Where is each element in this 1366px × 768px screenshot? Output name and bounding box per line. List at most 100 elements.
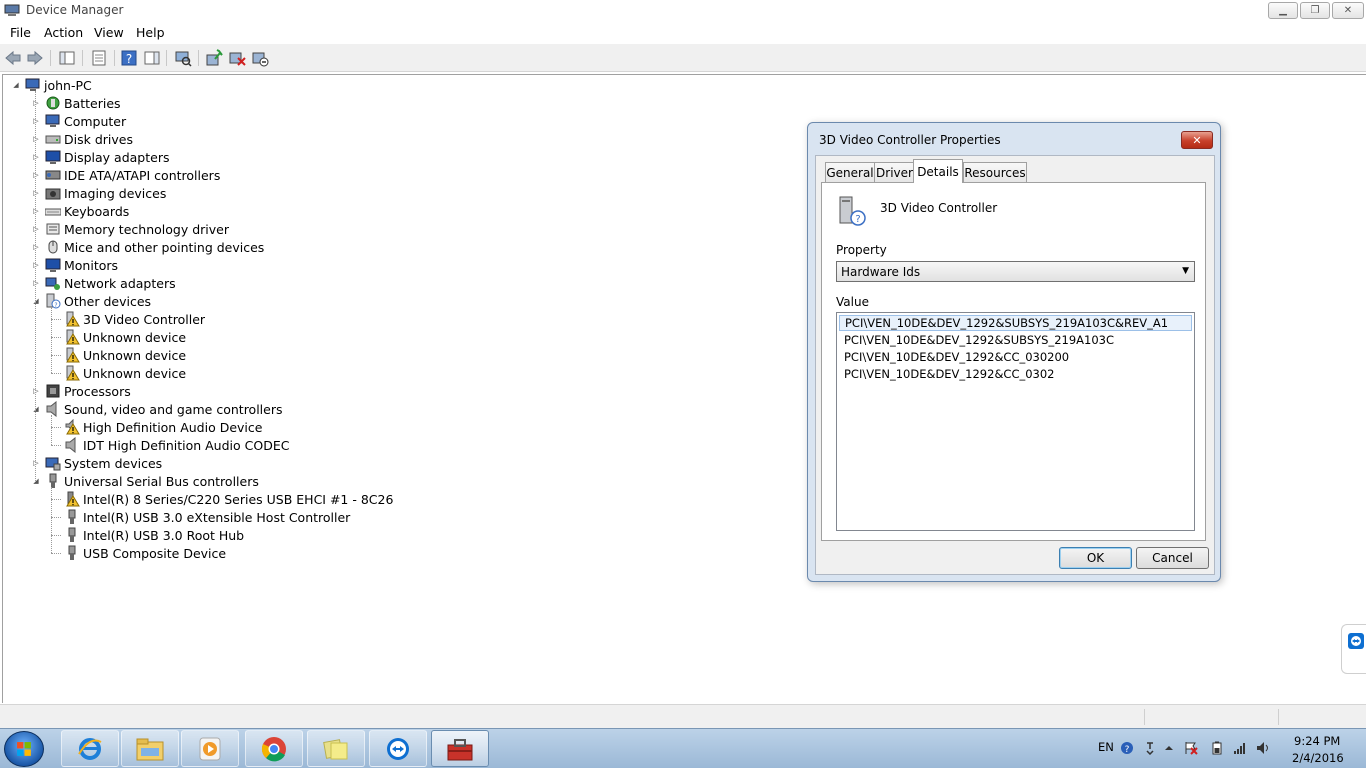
- menu-view[interactable]: View: [94, 25, 124, 40]
- tree-category[interactable]: ▷ Disk drives: [31, 130, 133, 148]
- tree-item-label: USB Composite Device: [83, 545, 227, 561]
- tab-general[interactable]: General: [825, 162, 875, 182]
- tab-details[interactable]: Details: [913, 159, 963, 183]
- property-dropdown[interactable]: Hardware Ids ▼: [836, 261, 1195, 282]
- tree-device-item[interactable]: Intel(R) USB 3.0 Root Hub: [50, 526, 244, 544]
- action-pane-icon[interactable]: [143, 49, 161, 67]
- teamviewer-side-tab[interactable]: [1341, 624, 1366, 674]
- tree-category[interactable]: ◢? Other devices: [31, 292, 151, 310]
- tree-device-item[interactable]: Unknown device: [50, 346, 186, 364]
- update-driver-icon[interactable]: [205, 49, 223, 67]
- tree-device-item[interactable]: Intel(R) 8 Series/C220 Series USB EHCI #…: [50, 490, 393, 508]
- network-signal-icon[interactable]: [1233, 741, 1247, 755]
- menu-action[interactable]: Action: [44, 25, 83, 40]
- action-center-icon[interactable]: [1184, 741, 1198, 755]
- taskbar-chrome[interactable]: [245, 730, 303, 767]
- taskbar-media-player[interactable]: [181, 730, 239, 767]
- tree-category[interactable]: ▷ IDE ATA/ATAPI controllers: [31, 166, 220, 184]
- tree-category[interactable]: ▷ Monitors: [31, 256, 118, 274]
- show-hide-tree-icon[interactable]: [58, 49, 76, 67]
- help-icon[interactable]: ?: [120, 49, 138, 67]
- tree-device-item[interactable]: Unknown device: [50, 364, 186, 382]
- input-options-icon[interactable]: [1143, 741, 1157, 755]
- minimize-icon: ▁: [1279, 5, 1287, 16]
- expand-arrow-icon[interactable]: ▷: [31, 148, 41, 166]
- taskbar-sticky-notes[interactable]: [307, 730, 365, 767]
- minimize-button[interactable]: ▁: [1268, 2, 1298, 19]
- expand-arrow-icon[interactable]: ▷: [31, 238, 41, 256]
- tree-category[interactable]: ▷ Keyboards: [31, 202, 129, 220]
- tree-category[interactable]: ▷ Imaging devices: [31, 184, 166, 202]
- tree-category[interactable]: ▷ System devices: [31, 454, 162, 472]
- value-item[interactable]: PCI\VEN_10DE&DEV_1292&CC_030200: [839, 349, 1192, 365]
- taskbar-device-manager[interactable]: [431, 730, 489, 767]
- dialog-close-button[interactable]: ✕: [1181, 131, 1213, 149]
- battery-tray-icon[interactable]: [1210, 741, 1224, 755]
- ok-button[interactable]: OK: [1059, 547, 1132, 569]
- menu-help[interactable]: Help: [136, 25, 165, 40]
- expand-arrow-icon[interactable]: ▷: [31, 256, 41, 274]
- expand-arrow-icon[interactable]: ▷: [31, 184, 41, 202]
- expand-arrow-icon[interactable]: ▷: [31, 130, 41, 148]
- show-hidden-icons-icon[interactable]: [1162, 741, 1176, 755]
- tree-device-item[interactable]: 3D Video Controller: [50, 310, 205, 328]
- close-button[interactable]: ✕: [1332, 2, 1364, 19]
- expand-arrow-icon[interactable]: ▷: [31, 274, 41, 292]
- expand-arrow-icon[interactable]: ▷: [31, 220, 41, 238]
- help-tray-icon[interactable]: ?: [1120, 741, 1134, 755]
- tree-category[interactable]: ▷ Processors: [31, 382, 130, 400]
- value-item[interactable]: PCI\VEN_10DE&DEV_1292&SUBSYS_219A103C: [839, 332, 1192, 348]
- collapse-arrow-icon[interactable]: ◢: [31, 400, 41, 418]
- collapse-arrow-icon[interactable]: ◢: [31, 292, 41, 310]
- tree-device-item[interactable]: Unknown device: [50, 328, 186, 346]
- taskbar-explorer[interactable]: [121, 730, 179, 767]
- toolbar-separator: [166, 50, 167, 66]
- usb-icon: [68, 509, 76, 524]
- expand-arrow-icon[interactable]: ▷: [31, 112, 41, 130]
- tree-category[interactable]: ▷ Computer: [31, 112, 126, 130]
- cancel-button[interactable]: Cancel: [1136, 547, 1209, 569]
- taskbar-teamviewer[interactable]: [369, 730, 427, 767]
- expand-arrow-icon[interactable]: ▷: [31, 454, 41, 472]
- expand-arrow-icon[interactable]: ▷: [31, 94, 41, 112]
- collapse-arrow-icon[interactable]: ◢: [11, 76, 21, 94]
- maximize-button[interactable]: ❐: [1300, 2, 1330, 19]
- tree-category[interactable]: ▷ Display adapters: [31, 148, 169, 166]
- clock-time[interactable]: 9:24 PM: [1294, 734, 1340, 748]
- language-indicator[interactable]: EN: [1098, 740, 1114, 754]
- value-label: Value: [836, 295, 869, 309]
- tree-category[interactable]: ▷ Mice and other pointing devices: [31, 238, 264, 256]
- value-item[interactable]: PCI\VEN_10DE&DEV_1292&SUBSYS_219A103C&RE…: [839, 315, 1192, 331]
- toolbar-separator: [114, 50, 115, 66]
- tree-category[interactable]: ◢ Universal Serial Bus controllers: [31, 472, 259, 490]
- expand-arrow-icon[interactable]: ▷: [31, 202, 41, 220]
- value-item[interactable]: PCI\VEN_10DE&DEV_1292&CC_0302: [839, 366, 1192, 382]
- taskbar-ie[interactable]: [61, 730, 119, 767]
- uninstall-icon[interactable]: [228, 49, 246, 67]
- scan-hardware-icon[interactable]: [174, 49, 192, 67]
- expand-arrow-icon[interactable]: ▷: [31, 166, 41, 184]
- start-button[interactable]: [4, 731, 44, 767]
- forward-arrow-icon[interactable]: [26, 49, 44, 67]
- tab-resources[interactable]: Resources: [963, 162, 1027, 182]
- volume-icon[interactable]: [1256, 741, 1270, 755]
- menu-file[interactable]: File: [10, 25, 31, 40]
- clock-date[interactable]: 2/4/2016: [1292, 751, 1344, 765]
- value-list[interactable]: PCI\VEN_10DE&DEV_1292&SUBSYS_219A103C&RE…: [836, 312, 1195, 531]
- tree-category[interactable]: ▷ Network adapters: [31, 274, 175, 292]
- tree-root-computer[interactable]: ◢ john-PC: [11, 76, 91, 94]
- expand-arrow-icon[interactable]: ▷: [31, 382, 41, 400]
- tree-device-item[interactable]: High Definition Audio Device: [50, 418, 262, 436]
- tree-category[interactable]: ◢ Sound, video and game controllers: [31, 400, 283, 418]
- tree-device-item[interactable]: Intel(R) USB 3.0 eXtensible Host Control…: [50, 508, 350, 526]
- tree-category[interactable]: ▷ Memory technology driver: [31, 220, 229, 238]
- properties-icon[interactable]: [90, 49, 108, 67]
- tree-device-item[interactable]: IDT High Definition Audio CODEC: [50, 436, 289, 454]
- disable-icon[interactable]: [251, 49, 269, 67]
- back-arrow-icon[interactable]: [4, 49, 22, 67]
- file-explorer-icon: [136, 738, 164, 760]
- collapse-arrow-icon[interactable]: ◢: [31, 472, 41, 490]
- tab-driver[interactable]: Driver: [874, 162, 915, 182]
- tree-category[interactable]: ▷ Batteries: [31, 94, 120, 112]
- tree-device-item[interactable]: USB Composite Device: [50, 544, 226, 562]
